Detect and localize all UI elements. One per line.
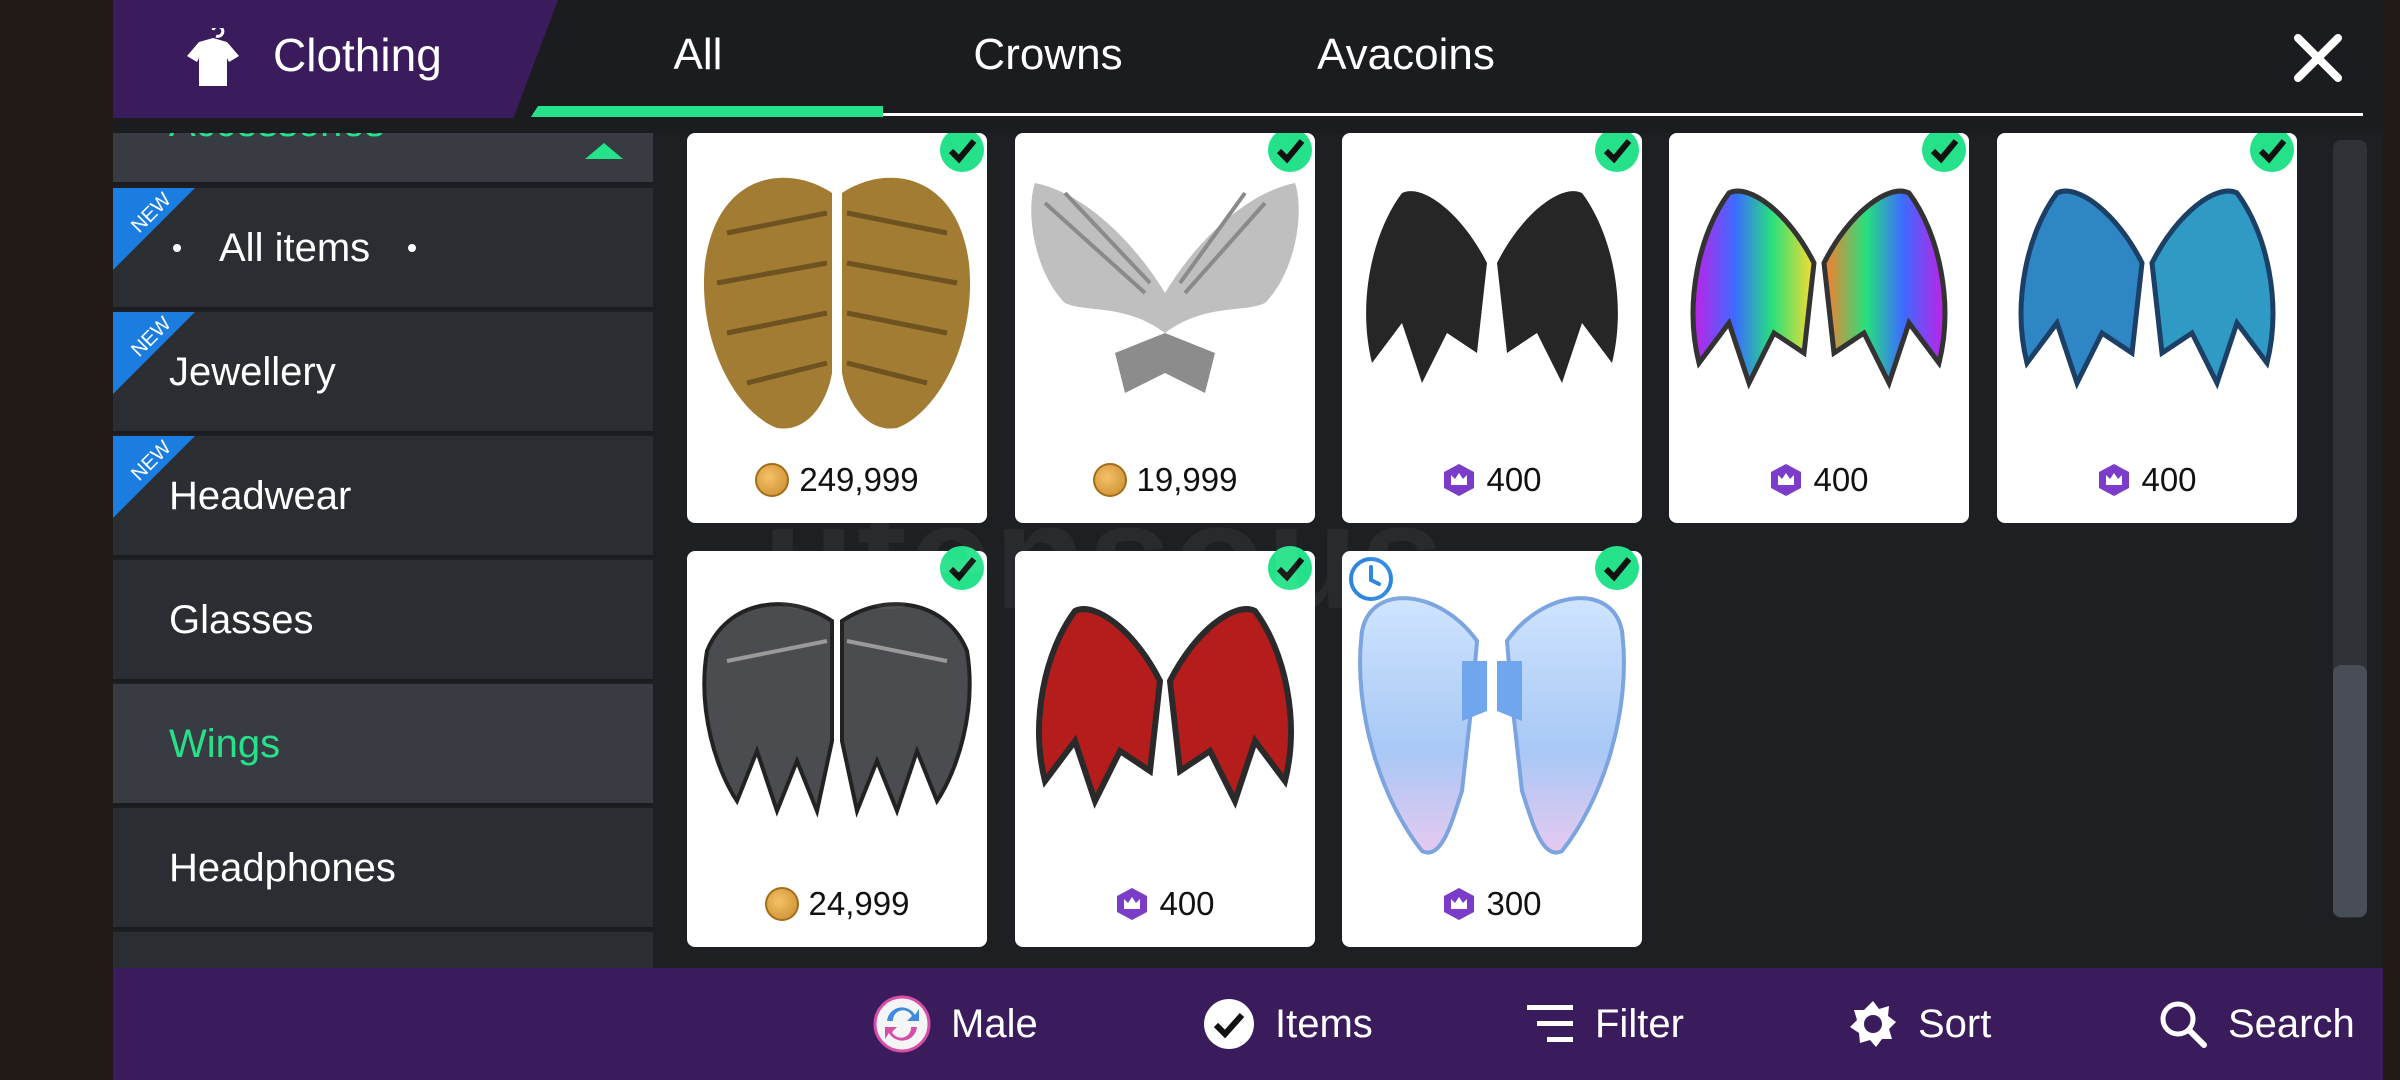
item-card[interactable]: 19,999: [1015, 133, 1315, 523]
sidebar-item-all-items[interactable]: NEW All items: [113, 188, 653, 310]
active-tab-indicator: [531, 106, 883, 117]
gender-swap-icon: [873, 995, 931, 1053]
owned-items-toggle[interactable]: Items: [1203, 994, 1373, 1054]
owned-check-icon: [1268, 133, 1312, 172]
gender-toggle-button[interactable]: Male: [873, 994, 1038, 1054]
tab-all[interactable]: All: [523, 30, 873, 80]
item-card[interactable]: 400: [1342, 133, 1642, 523]
right-margin: [2383, 0, 2400, 1080]
bottom-toolbar: Male Items Filter Sort Search: [113, 968, 2383, 1080]
search-icon: [2160, 1001, 2207, 1048]
price-value: 400: [2141, 461, 2197, 498]
item-card[interactable]: 249,999: [687, 133, 987, 523]
sort-icon: [1850, 1001, 1896, 1047]
blue-bat-wings-image: [2018, 188, 2276, 390]
watermark: utensous: [763, 472, 1446, 640]
item-card[interactable]: 400: [1997, 133, 2297, 523]
price-value: 400: [1159, 885, 1215, 922]
category-sidebar: Accessories NEW All items NEW Jewellery …: [113, 133, 653, 968]
crown-icon: [2099, 464, 2130, 497]
black-bat-wings-image: [1366, 191, 1618, 383]
sidebar-item-label: Wings: [169, 722, 281, 766]
price-tag: 400: [1669, 461, 1969, 499]
sidebar-item-label: Headwear: [169, 474, 352, 518]
price-value: 300: [1486, 885, 1542, 922]
price-tag: 300: [1342, 885, 1642, 923]
items-label: Items: [1275, 1001, 1373, 1046]
category-title-panel: Clothing: [113, 0, 558, 118]
rainbow-bat-wings-image: [1690, 188, 1948, 390]
sidebar-item-wings[interactable]: Wings: [113, 684, 653, 806]
crown-icon: [1771, 464, 1802, 497]
clothing-shop-window: Clothing All Crowns Avacoins Accessories…: [113, 0, 2383, 1080]
sidebar-item-jewellery[interactable]: NEW Jewellery: [113, 312, 653, 434]
chevron-up-icon: [585, 143, 623, 159]
price-tag: 400: [1015, 885, 1315, 923]
owned-check-icon: [2250, 133, 2294, 172]
silver-wings-image: [1031, 183, 1299, 393]
bullet-icon: [173, 244, 181, 253]
bullet-icon: [408, 244, 417, 253]
left-margin: [0, 0, 113, 1080]
sidebar-item-headwear[interactable]: NEW Headwear: [113, 436, 653, 558]
crown-icon: [1117, 888, 1148, 921]
owned-check-icon: [1922, 133, 1966, 172]
tab-avacoins[interactable]: Avacoins: [1231, 30, 1581, 80]
filter-icon: [1527, 1005, 1573, 1042]
sidebar-item-accessories[interactable]: Accessories: [113, 133, 653, 185]
search-label: Search: [2228, 1001, 2355, 1046]
golden-wings-image: [703, 177, 971, 429]
item-card[interactable]: 400: [1669, 133, 1969, 523]
sidebar-item-label: Jewellery: [169, 350, 336, 394]
avacoin-icon: [764, 887, 799, 922]
filter-label: Filter: [1595, 1001, 1684, 1046]
header: Clothing All Crowns Avacoins: [113, 0, 2383, 133]
sidebar-item-glasses[interactable]: Glasses: [113, 560, 653, 682]
scrollbar-thumb[interactable]: [2333, 665, 2367, 917]
price-value: 400: [1813, 461, 1869, 498]
filter-button[interactable]: Filter: [1525, 994, 1684, 1054]
tab-crowns[interactable]: Crowns: [873, 30, 1223, 80]
shirt-icon: [187, 28, 239, 86]
sidebar-item-next[interactable]: [113, 932, 653, 968]
price-value: 400: [1486, 461, 1542, 498]
sort-button[interactable]: Sort: [1848, 994, 1991, 1054]
price-value: 24,999: [808, 885, 910, 922]
price-tag: 400: [1997, 461, 2297, 499]
sidebar-item-label: Glasses: [169, 598, 314, 642]
owned-check-icon: [1595, 133, 1639, 172]
sidebar-item-label: Accessories: [169, 133, 385, 146]
owned-check-icon: [940, 133, 984, 172]
crown-icon: [1444, 888, 1475, 921]
label-text: All items: [219, 226, 371, 270]
price-tag: 24,999: [687, 885, 987, 923]
sidebar-item-headphones[interactable]: Headphones: [113, 808, 653, 930]
close-icon[interactable]: [2288, 28, 2348, 88]
sidebar-item-label: All items: [173, 226, 417, 271]
page-title: Clothing: [273, 29, 442, 81]
check-circle-icon: [1204, 999, 1254, 1049]
search-button[interactable]: Search: [2158, 994, 2355, 1054]
sort-label: Sort: [1918, 1001, 1992, 1046]
owned-check-icon: [1595, 546, 1639, 590]
gender-label: Male: [951, 1001, 1038, 1046]
sidebar-item-label: Headphones: [169, 846, 396, 890]
crown-icon: [1444, 464, 1475, 497]
